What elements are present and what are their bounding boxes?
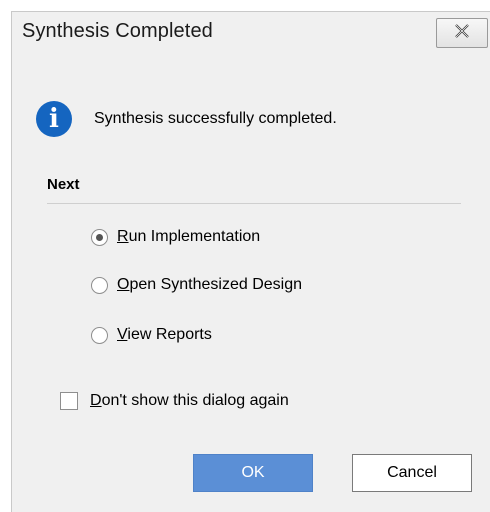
radio-button[interactable] bbox=[91, 228, 108, 246]
cancel-button[interactable]: Cancel bbox=[352, 454, 472, 492]
radio-view-reports[interactable]: View Reports bbox=[91, 326, 212, 344]
info-message: Synthesis successfully completed. bbox=[94, 110, 337, 127]
info-message-row: i Synthesis successfully completed. bbox=[36, 101, 337, 137]
dont-show-again-row[interactable]: Don't show this dialog again bbox=[60, 392, 289, 410]
radio-selected-dot bbox=[96, 233, 103, 241]
radio-button[interactable] bbox=[91, 276, 108, 294]
info-icon: i bbox=[36, 101, 72, 137]
ok-button[interactable]: OK bbox=[193, 454, 313, 492]
radio-button[interactable] bbox=[91, 326, 108, 344]
close-icon bbox=[453, 23, 471, 44]
radio-open-synthesized-design[interactable]: Open Synthesized Design bbox=[91, 276, 302, 294]
section-divider bbox=[47, 203, 461, 204]
dont-show-again-checkbox[interactable] bbox=[60, 392, 78, 410]
synthesis-completed-dialog: Synthesis Completed i Synthesis successf… bbox=[11, 11, 490, 512]
radio-label: View Reports bbox=[117, 326, 212, 343]
radio-run-implementation[interactable]: Run Implementation bbox=[91, 228, 260, 246]
radio-label: Open Synthesized Design bbox=[117, 276, 303, 293]
radio-label: Run Implementation bbox=[117, 228, 261, 245]
next-section-label: Next bbox=[47, 176, 80, 193]
dialog-title: Synthesis Completed bbox=[22, 20, 213, 42]
close-button[interactable] bbox=[436, 18, 488, 48]
dont-show-again-label: Don't show this dialog again bbox=[90, 392, 289, 409]
